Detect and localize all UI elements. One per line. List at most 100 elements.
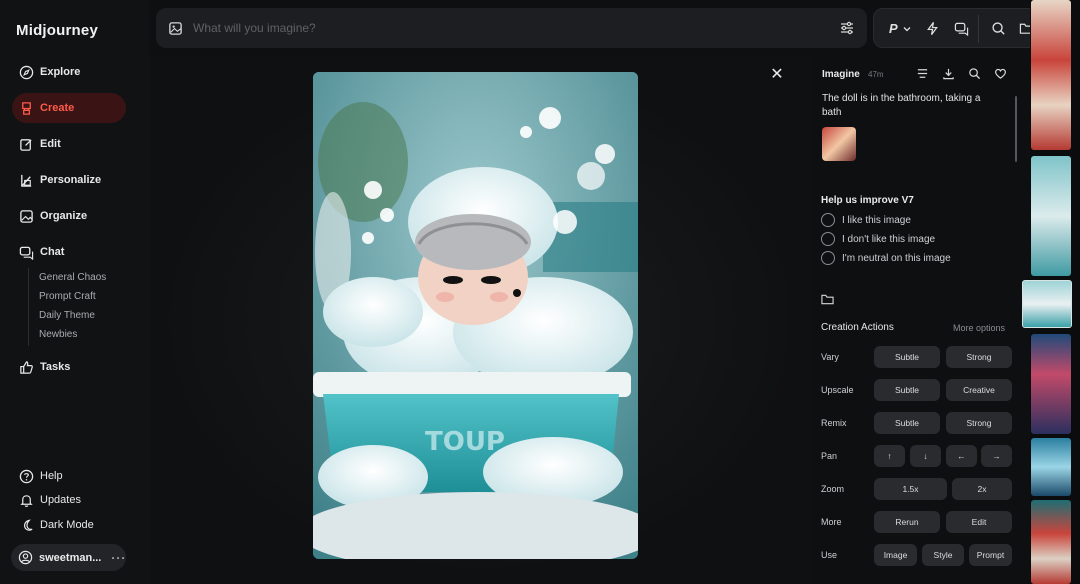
- chat-room-prompt-craft[interactable]: Prompt Craft: [39, 291, 96, 302]
- user-name: sweetman...: [39, 551, 102, 564]
- radio-button[interactable]: [821, 251, 835, 265]
- close-icon[interactable]: ✕: [768, 66, 786, 84]
- download-icon[interactable]: [942, 67, 956, 81]
- history-thumbnail[interactable]: [1031, 0, 1071, 150]
- menu-lines-icon[interactable]: [916, 67, 930, 81]
- feedback-option-dislike[interactable]: I don't like this image: [821, 232, 935, 246]
- zoom-1-5x-button[interactable]: 1.5x: [874, 478, 947, 500]
- pan-right-button[interactable]: →: [981, 445, 1012, 467]
- sidebar: Midjourney Explore Create Edit Personali…: [0, 0, 150, 584]
- action-row-label-zoom: Zoom: [821, 484, 845, 494]
- heart-icon[interactable]: [994, 67, 1008, 81]
- nav-label: Updates: [40, 494, 81, 506]
- nav-label: Help: [40, 470, 63, 482]
- nav-personalize[interactable]: Personalize: [12, 165, 126, 195]
- history-thumbnail[interactable]: [1031, 438, 1071, 496]
- reference-image-thumbnail[interactable]: [822, 127, 856, 161]
- history-thumbnail[interactable]: [1031, 156, 1071, 276]
- edit-button[interactable]: Edit: [946, 511, 1012, 533]
- feedback-label: I'm neutral on this image: [842, 252, 951, 264]
- pan-down-button[interactable]: ↓: [910, 445, 941, 467]
- generated-image[interactable]: TOUP: [313, 72, 638, 559]
- prompt-text[interactable]: The doll is in the bathroom, taking a ba…: [822, 92, 1002, 120]
- nav-label: Personalize: [40, 174, 102, 186]
- remix-strong-button[interactable]: Strong: [946, 412, 1012, 434]
- history-thumbnail[interactable]: [1031, 500, 1071, 584]
- zoom-2x-button[interactable]: 2x: [952, 478, 1012, 500]
- feedback-option-neutral[interactable]: I'm neutral on this image: [821, 251, 951, 265]
- tub-brand-text: TOUP: [425, 427, 505, 457]
- user-more-icon[interactable]: ···: [111, 551, 126, 565]
- nav-explore[interactable]: Explore: [12, 57, 126, 87]
- settings-sliders-icon[interactable]: [839, 20, 855, 41]
- use-style-button[interactable]: Style: [922, 544, 964, 566]
- search-input[interactable]: What will you imagine?: [193, 21, 316, 35]
- pan-up-button[interactable]: ↑: [874, 445, 905, 467]
- imagine-search-bar[interactable]: What will you imagine?: [156, 8, 867, 48]
- feedback-label: I don't like this image: [842, 233, 936, 245]
- search-similar-icon[interactable]: [968, 67, 982, 81]
- more-options-link[interactable]: More options: [953, 323, 1005, 333]
- vary-strong-button[interactable]: Strong: [946, 346, 1012, 368]
- chevron-down-icon: [903, 25, 911, 33]
- user-avatar-icon: [18, 550, 33, 565]
- image-icon: [18, 208, 34, 224]
- radio-button[interactable]: [821, 213, 835, 227]
- remix-subtle-button[interactable]: Subtle: [874, 412, 940, 434]
- lightning-icon[interactable]: [925, 21, 940, 36]
- vary-subtle-button[interactable]: Subtle: [874, 346, 940, 368]
- search-icon[interactable]: [991, 21, 1006, 36]
- brush-icon: [18, 100, 34, 116]
- nav-create[interactable]: Create: [12, 93, 126, 123]
- feedback-title: Help us improve V7: [821, 195, 914, 206]
- help-icon: [18, 468, 34, 484]
- feedback-option-like[interactable]: I like this image: [821, 213, 911, 227]
- personalization-dropdown[interactable]: P: [889, 21, 911, 36]
- edit-icon: [18, 136, 34, 152]
- toolbar: P: [873, 8, 1040, 48]
- upscale-subtle-button[interactable]: Subtle: [874, 379, 940, 401]
- chat-room-newbies[interactable]: Newbies: [39, 329, 77, 340]
- history-thumbnail[interactable]: [1031, 334, 1071, 434]
- nav-label: Tasks: [40, 361, 71, 373]
- nav-edit[interactable]: Edit: [12, 129, 126, 159]
- action-row-label-more: More: [821, 517, 842, 527]
- chat-icon: [18, 244, 34, 260]
- app-logo[interactable]: Midjourney: [16, 22, 98, 39]
- personalize-icon: [18, 172, 34, 188]
- action-row-label-remix: Remix: [821, 418, 847, 428]
- nav-label: Edit: [40, 138, 61, 150]
- nav-dark-mode[interactable]: Dark Mode: [12, 510, 126, 540]
- nav-label: Organize: [40, 210, 88, 222]
- compass-icon: [18, 64, 34, 80]
- thumbs-up-icon: [18, 359, 34, 375]
- use-prompt-button[interactable]: Prompt: [969, 544, 1012, 566]
- nav-organize[interactable]: Organize: [12, 201, 126, 231]
- action-row-label-pan: Pan: [821, 451, 838, 461]
- toolbar-divider: [978, 15, 979, 43]
- radio-button[interactable]: [821, 232, 835, 246]
- rerun-button[interactable]: Rerun: [874, 511, 940, 533]
- nav-tasks[interactable]: Tasks: [12, 352, 126, 382]
- upscale-creative-button[interactable]: Creative: [946, 379, 1012, 401]
- action-row-label-vary: Vary: [821, 352, 839, 362]
- add-to-folder-icon[interactable]: [821, 292, 834, 310]
- chat-bubbles-icon[interactable]: [954, 21, 969, 36]
- image-prompt-icon[interactable]: [168, 21, 183, 36]
- action-row-label-use: Use: [821, 550, 838, 560]
- nav-label: Dark Mode: [40, 519, 94, 531]
- history-thumbnail-selected[interactable]: [1022, 280, 1072, 328]
- job-time: 47m: [868, 70, 884, 79]
- chat-room-general-chaos[interactable]: General Chaos: [39, 272, 106, 283]
- use-image-button[interactable]: Image: [874, 544, 917, 566]
- nav-chat[interactable]: Chat: [12, 237, 126, 267]
- bell-icon: [18, 492, 34, 508]
- chat-rooms: General Chaos Prompt Craft Daily Theme N…: [28, 268, 128, 346]
- panel-scrollbar[interactable]: [1015, 96, 1017, 162]
- creation-actions-title: Creation Actions: [821, 322, 894, 333]
- chat-room-daily-theme[interactable]: Daily Theme: [39, 310, 95, 321]
- user-menu[interactable]: sweetman... ···: [11, 544, 126, 571]
- pan-left-button[interactable]: ←: [946, 445, 977, 467]
- moon-icon: [18, 517, 34, 533]
- nav-label: Chat: [40, 246, 65, 258]
